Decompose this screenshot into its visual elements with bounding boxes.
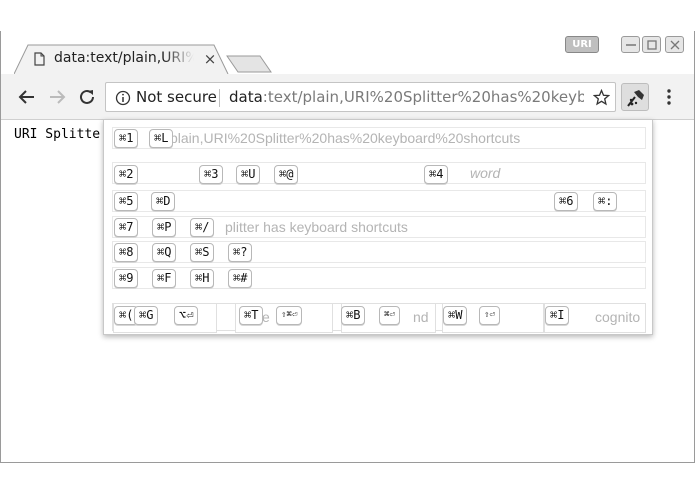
shortcut-key: ⌘# xyxy=(228,269,253,288)
minimize-icon xyxy=(626,44,636,46)
shortcut-key: ⌘P xyxy=(152,218,177,237)
omnibox-separator xyxy=(219,89,220,107)
shortcut-key: ⇧⏎ xyxy=(479,306,500,325)
close-icon xyxy=(670,40,680,50)
star-icon[interactable] xyxy=(593,89,610,106)
url-rest: :text/plain,URI%20Splitter%20has%20keybo… xyxy=(262,88,584,106)
action-label: cognito xyxy=(595,309,641,325)
tab-active[interactable]: data:text/plain,URI%20Splitter%20has%20k… xyxy=(14,44,232,75)
action-label: e xyxy=(262,309,270,325)
close-window-button[interactable] xyxy=(665,36,684,53)
security-label[interactable]: Not secure xyxy=(136,88,217,106)
shortcut-key: ⌘L xyxy=(149,129,174,148)
uri-splitter-extension-icon xyxy=(627,90,644,107)
shortcut-key: ⌘D xyxy=(151,192,176,211)
shortcut-key: ⌘/ xyxy=(190,218,215,237)
shortcut-key: ⌘2 xyxy=(114,165,139,184)
address-bar[interactable]: Not secure data:text/plain,URI%20Splitte… xyxy=(105,82,616,112)
shortcut-key: ⌘5 xyxy=(114,192,139,211)
uri-splitter-popup: plain,URI%20Splitter%20has%20keyboard%20… xyxy=(103,119,653,335)
action-label: nd xyxy=(413,309,429,325)
tab-title-fade xyxy=(164,48,194,70)
shortcut-key: ⌘? xyxy=(228,243,253,262)
toolbar: Not secure data:text/plain,URI%20Splitte… xyxy=(1,74,694,120)
maximize-icon xyxy=(647,40,657,50)
shortcut-key: ⌘H xyxy=(190,269,215,288)
shortcut-key: ⌘U xyxy=(236,165,261,184)
uri-part-row[interactable]: word xyxy=(112,162,646,184)
shortcut-key: ⌥⏎ xyxy=(174,306,199,325)
kebab-menu-icon[interactable] xyxy=(664,87,674,107)
reload-icon[interactable] xyxy=(77,87,97,107)
uri-splitter-extension-button[interactable] xyxy=(621,83,649,111)
uri-part-row[interactable]: plain,URI%20Splitter%20has%20keyboard%20… xyxy=(112,127,646,149)
url-text[interactable]: data:text/plain,URI%20Splitter%20has%20k… xyxy=(229,88,584,106)
uri-part-placeholder: plitter has keyboard shortcuts xyxy=(225,219,408,235)
shortcut-key: ⌘F xyxy=(152,269,177,288)
info-icon[interactable] xyxy=(115,90,131,106)
shortcut-key: ⌘⏎ xyxy=(379,306,400,325)
shortcut-key: ⌘: xyxy=(593,192,618,211)
minimize-button[interactable] xyxy=(621,36,640,53)
new-tab-button[interactable] xyxy=(226,55,272,73)
uri-part-placeholder: word xyxy=(470,165,501,181)
shortcut-key: ⌘I xyxy=(545,306,570,325)
shortcut-key: ⌘3 xyxy=(199,165,224,184)
shortcut-key: ⌘G xyxy=(134,306,159,325)
shortcut-key: ⌘Q xyxy=(152,243,177,262)
document-icon xyxy=(34,52,45,66)
url-scheme: data xyxy=(229,88,263,106)
back-arrow-icon[interactable] xyxy=(17,87,37,107)
shortcut-key: ⌘B xyxy=(341,306,366,325)
page-body-text: URI Splitte xyxy=(14,127,101,142)
shortcut-key: ⌘W xyxy=(443,306,468,325)
shortcut-key: ⌘1 xyxy=(114,129,139,148)
shortcut-key: ⌘8 xyxy=(114,243,139,262)
shortcut-key: ⌘T xyxy=(239,306,264,325)
shortcut-key: ⌘@ xyxy=(274,165,299,184)
tab-close-icon[interactable]: × xyxy=(203,50,217,68)
shortcut-key: ⌘4 xyxy=(424,165,449,184)
uri-part-placeholder: plain,URI%20Splitter%20has%20keyboard%20… xyxy=(170,130,521,146)
shortcut-key: ⌘S xyxy=(190,243,215,262)
forward-arrow-icon[interactable] xyxy=(47,87,67,107)
shortcut-key: ⌘6 xyxy=(554,192,579,211)
shortcut-key: ⇧⌘⏎ xyxy=(276,306,303,325)
shortcut-key: ⌘7 xyxy=(114,218,139,237)
maximize-button[interactable] xyxy=(642,36,661,53)
shortcut-key: ⌘9 xyxy=(114,269,139,288)
uri-badge: URI xyxy=(565,36,599,53)
